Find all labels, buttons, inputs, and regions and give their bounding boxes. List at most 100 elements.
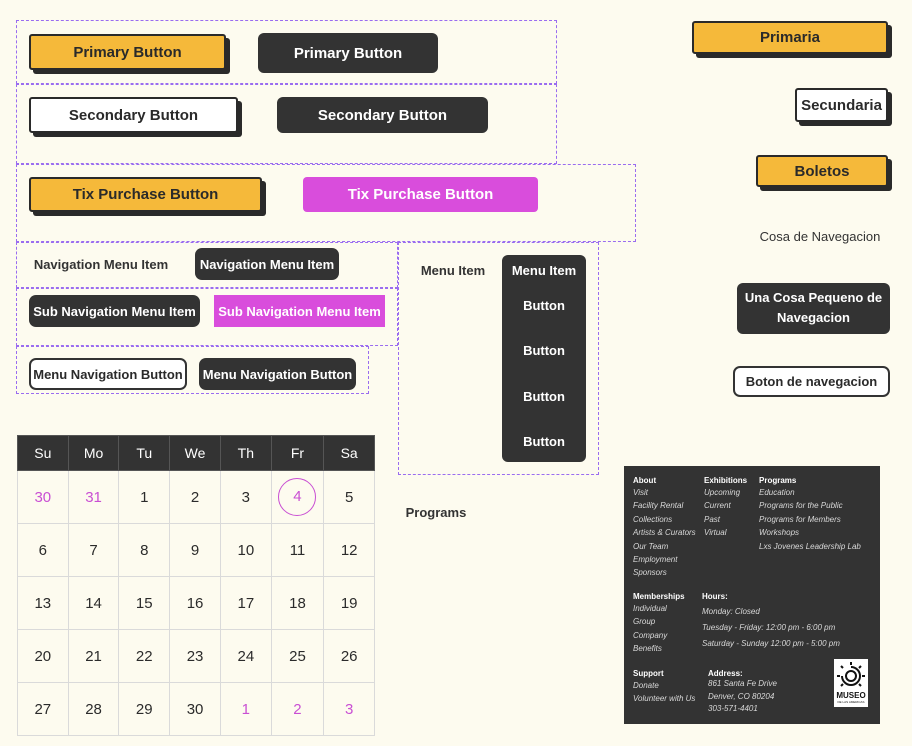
calendar-day[interactable]: 22 bbox=[118, 629, 171, 683]
footer-link[interactable]: Education bbox=[759, 486, 861, 499]
calendar-day-outside[interactable]: 31 bbox=[67, 470, 120, 524]
calendar-day[interactable]: 1 bbox=[118, 470, 171, 524]
navigation-menu-item-plain[interactable]: Navigation Menu Item bbox=[28, 250, 174, 278]
menu-item-label[interactable]: Menu Item bbox=[412, 258, 494, 282]
footer-link[interactable]: Facility Rental bbox=[633, 499, 696, 512]
secondary-button-white[interactable]: Secondary Button bbox=[29, 97, 238, 133]
footer-hours-line: Saturday - Sunday 12:00 pm - 5:00 pm bbox=[702, 639, 840, 648]
calendar-day[interactable]: 25 bbox=[270, 629, 325, 683]
footer-link[interactable]: Donate bbox=[633, 679, 695, 692]
boton-de-navegacion[interactable]: Boton de navegacion bbox=[733, 366, 890, 397]
calendar-week: 30 31 1 2 3 4 5 bbox=[17, 470, 375, 524]
cosa-de-navegacion[interactable]: Cosa de Navegacion bbox=[750, 225, 890, 247]
footer-link[interactable]: Lxs Jovenes Leadership Lab bbox=[759, 540, 861, 553]
calendar-day[interactable]: 12 bbox=[323, 523, 375, 577]
calendar-day-outside[interactable]: 1 bbox=[220, 682, 272, 736]
secondary-button-dark[interactable]: Secondary Button bbox=[277, 97, 488, 133]
footer-link[interactable]: Workshops bbox=[759, 526, 861, 539]
calendar-day[interactable]: 17 bbox=[220, 576, 272, 630]
footer-link[interactable]: Our Team bbox=[633, 540, 696, 553]
calendar-day[interactable]: 3 bbox=[220, 470, 272, 524]
menu-dropdown-item[interactable]: Button bbox=[502, 384, 586, 408]
calendar-day-outside[interactable]: 2 bbox=[270, 682, 325, 736]
calendar-day[interactable]: 18 bbox=[270, 576, 325, 630]
footer-address-line: 303-571-4401 bbox=[708, 704, 758, 713]
calendar-day[interactable]: 11 bbox=[270, 523, 325, 577]
calendar-day[interactable]: 16 bbox=[169, 576, 222, 630]
calendar-day-selected[interactable]: 4 bbox=[270, 470, 325, 524]
footer-hours-lines: Monday: Closed Tuesday - Friday: 12:00 p… bbox=[702, 604, 840, 652]
footer-link[interactable]: Collections bbox=[633, 513, 696, 526]
footer-link[interactable]: Group bbox=[633, 615, 667, 628]
footer-link[interactable]: Benefits bbox=[633, 642, 667, 655]
calendar-day[interactable]: 26 bbox=[323, 629, 375, 683]
calendar-header-row: Su Mo Tu We Th Fr Sa bbox=[17, 435, 375, 471]
tix-purchase-button-pink[interactable]: Tix Purchase Button bbox=[303, 177, 538, 212]
calendar-day[interactable]: 19 bbox=[323, 576, 375, 630]
calendar-day-outside[interactable]: 30 bbox=[17, 470, 69, 524]
calendar-day[interactable]: 13 bbox=[17, 576, 69, 630]
footer-link[interactable]: Artists & Curators bbox=[633, 526, 696, 539]
footer-link[interactable]: Individual bbox=[633, 602, 667, 615]
calendar-day-header: We bbox=[169, 435, 222, 471]
primary-button-dark[interactable]: Primary Button bbox=[258, 33, 438, 73]
menu-navigation-button-outline[interactable]: Menu Navigation Button bbox=[29, 358, 187, 390]
sub-navigation-menu-item-dark[interactable]: Sub Navigation Menu Item bbox=[29, 295, 200, 327]
selected-day-ring: 4 bbox=[278, 478, 317, 516]
footer-link[interactable]: Current bbox=[704, 499, 740, 512]
calendar-day[interactable]: 23 bbox=[169, 629, 222, 683]
calendar-day[interactable]: 28 bbox=[67, 682, 120, 736]
calendar-day-outside[interactable]: 3 bbox=[323, 682, 375, 736]
footer-address-line: Denver, CO 80204 bbox=[708, 691, 775, 701]
footer-link[interactable]: Programs for the Public bbox=[759, 499, 861, 512]
menu-dropdown-item[interactable]: Button bbox=[502, 429, 586, 453]
footer-link[interactable]: Employment bbox=[633, 553, 696, 566]
calendar-day[interactable]: 2 bbox=[169, 470, 222, 524]
primaria-button[interactable]: Primaria bbox=[692, 21, 888, 54]
calendar-day[interactable]: 14 bbox=[67, 576, 120, 630]
footer-link[interactable]: Past bbox=[704, 513, 740, 526]
small-navigation-button[interactable]: Una Cosa Pequeno de Navegacion bbox=[737, 283, 890, 334]
calendar-day[interactable]: 8 bbox=[118, 523, 171, 577]
calendar-day-header: Mo bbox=[67, 435, 120, 471]
calendar-day-header: Tu bbox=[118, 435, 171, 471]
tix-purchase-button-yellow[interactable]: Tix Purchase Button bbox=[29, 177, 262, 212]
calendar-day[interactable]: 5 bbox=[323, 470, 375, 524]
calendar-day[interactable]: 29 bbox=[118, 682, 171, 736]
footer-link[interactable]: Virtual bbox=[704, 526, 740, 539]
menu-navigation-button-dark[interactable]: Menu Navigation Button bbox=[199, 358, 356, 390]
footer-link[interactable]: Visit bbox=[633, 486, 696, 499]
programs-label[interactable]: Programs bbox=[400, 500, 472, 524]
footer-hours-line: Tuesday - Friday: 12:00 pm - 6:00 pm bbox=[702, 623, 836, 632]
calendar-week: 27 28 29 30 1 2 3 bbox=[17, 682, 375, 736]
calendar-day[interactable]: 6 bbox=[17, 523, 69, 577]
footer-link[interactable]: Programs for Members bbox=[759, 513, 861, 526]
footer-about-heading: About bbox=[633, 476, 657, 485]
calendar-day[interactable]: 7 bbox=[67, 523, 120, 577]
secundaria-button[interactable]: Secundaria bbox=[795, 88, 888, 122]
museo-logo[interactable]: MUSEO DE LAS AMERICAS bbox=[834, 659, 868, 707]
calendar-day[interactable]: 10 bbox=[220, 523, 272, 577]
footer-link[interactable]: Sponsors bbox=[633, 566, 696, 579]
footer-hours-line: Monday: Closed bbox=[702, 607, 760, 616]
calendar-day[interactable]: 15 bbox=[118, 576, 171, 630]
menu-dropdown-item[interactable]: Button bbox=[502, 293, 586, 317]
calendar-day-header: Sa bbox=[323, 435, 375, 471]
calendar-day[interactable]: 27 bbox=[17, 682, 69, 736]
footer-link[interactable]: Upcoming bbox=[704, 486, 740, 499]
calendar-day[interactable]: 21 bbox=[67, 629, 120, 683]
calendar-day[interactable]: 24 bbox=[220, 629, 272, 683]
sub-navigation-menu-item-pink[interactable]: Sub Navigation Menu Item bbox=[214, 295, 385, 327]
calendar-day[interactable]: 20 bbox=[17, 629, 69, 683]
footer-memberships-links: Individual Group Company Benefits bbox=[633, 602, 667, 656]
boletos-button[interactable]: Boletos bbox=[756, 155, 888, 187]
site-footer: About Visit Facility Rental Collections … bbox=[624, 466, 880, 724]
calendar-day[interactable]: 9 bbox=[169, 523, 222, 577]
navigation-menu-item-dark[interactable]: Navigation Menu Item bbox=[195, 248, 339, 280]
footer-link[interactable]: Volunteer with Us bbox=[633, 692, 695, 705]
menu-dropdown-item[interactable]: Button bbox=[502, 338, 586, 362]
primary-button-yellow[interactable]: Primary Button bbox=[29, 34, 226, 70]
menu-dropdown-header[interactable]: Menu Item bbox=[502, 258, 586, 282]
footer-link[interactable]: Company bbox=[633, 629, 667, 642]
calendar-day[interactable]: 30 bbox=[169, 682, 222, 736]
